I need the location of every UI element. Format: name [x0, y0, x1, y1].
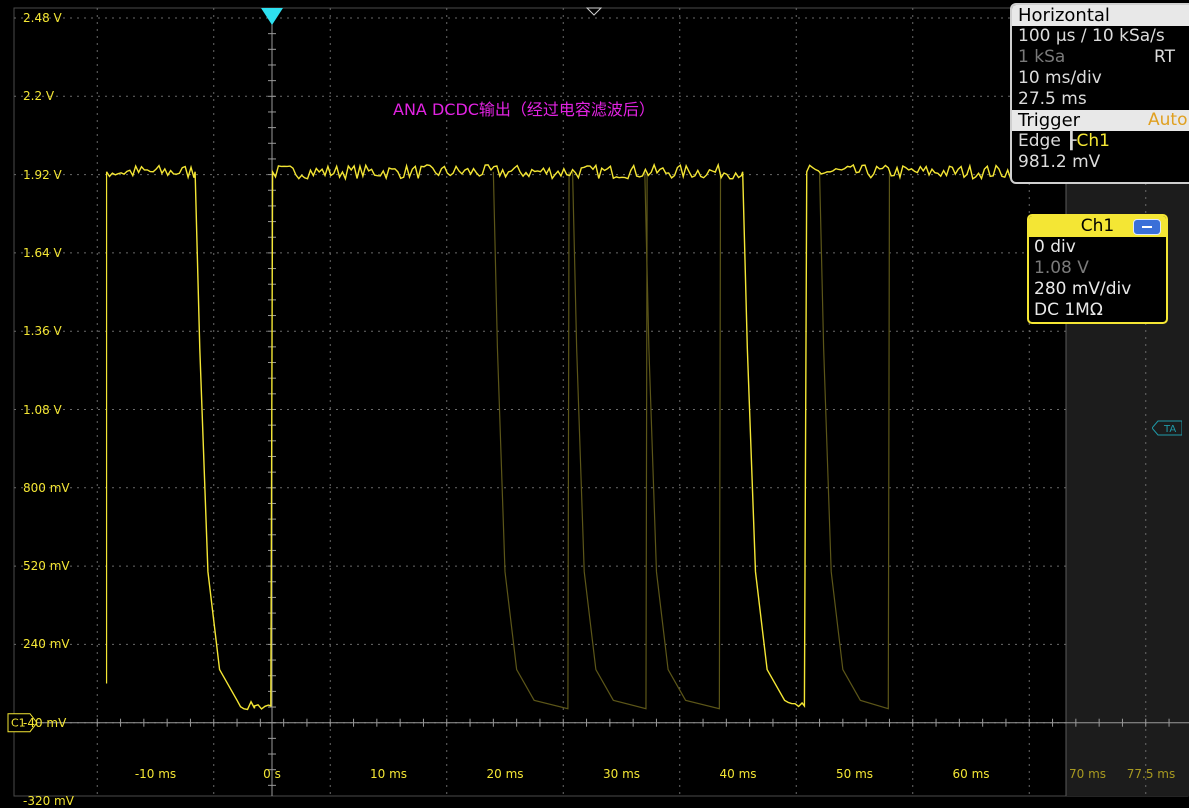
channel-1-offset: 1.08 V [1034, 258, 1089, 278]
x-tick-label: -10 ms [134, 767, 177, 781]
channel-1-scale: 280 mV/div [1034, 279, 1132, 299]
horizontal-panel-title[interactable]: Horizontal [1012, 5, 1189, 26]
horizontal-panel[interactable]: Horizontal 100 µs / 10 kSa/s 1 kSa RT 10 … [1010, 3, 1189, 184]
x-tick-label: 50 ms [835, 767, 874, 781]
x-tick-label: 70 ms [1068, 767, 1107, 781]
y-tick-label: 1.64 V [23, 245, 62, 260]
y-tick-label: 240 mV [23, 637, 70, 652]
channel-1-position: 0 div [1034, 237, 1076, 257]
y-tick-label: 2.2 V [23, 89, 55, 104]
persistence-trace [644, 171, 722, 710]
horizontal-record-length: 1 kSa RT [1018, 47, 1175, 67]
y-tick-label: -320 mV [23, 794, 74, 808]
y-tick-label: 520 mV [23, 559, 70, 574]
channel-1-coupling: DC 1MΩ [1034, 300, 1103, 320]
channel-1-title[interactable]: Ch1 [1029, 216, 1166, 237]
y-tick-label: 2.48 V [23, 11, 62, 25]
x-tick-label: 0 s [263, 767, 281, 781]
trigger-position-icon [261, 8, 283, 25]
x-tick-label: 77.5 ms [1126, 767, 1176, 781]
persistence-trace [818, 171, 891, 710]
x-tick-label: 20 ms [486, 767, 524, 781]
position-marker-icon [585, 7, 603, 16]
y-tick-label: 1.08 V [23, 402, 62, 417]
trigger-panel-title[interactable]: Trigger Auto [1012, 110, 1189, 131]
persistence-trace [492, 171, 570, 710]
rising-edge-icon: ┠ [1066, 131, 1077, 151]
oscilloscope-screen: C1 ANA DCDC输出（经过电容滤波后） Horizontal 100 µs… [0, 0, 1189, 808]
rt-label: RT [1154, 47, 1175, 67]
y-tick-label: 800 mV [23, 480, 70, 495]
y-tick-label: -40 mV [23, 715, 67, 730]
x-tick-label: 60 ms [952, 767, 990, 781]
horizontal-position: 27.5 ms [1018, 89, 1087, 109]
x-tick-label: 40 ms [719, 767, 757, 781]
channel-1-box[interactable]: Ch1 0 div 1.08 V 280 mV/div DC 1MΩ [1027, 214, 1168, 324]
collapse-button[interactable] [1133, 219, 1161, 235]
svg-text:TA: TA [1163, 424, 1176, 435]
y-tick-label: 1.92 V [23, 167, 62, 182]
trigger-source: Ch1 [1076, 131, 1110, 151]
trigger-level: 981.2 mV [1018, 152, 1101, 172]
waveform-annotation: ANA DCDC输出（经过电容滤波后） [393, 100, 655, 119]
persistence-trace [571, 171, 648, 710]
ch1-trace [105, 162, 1013, 711]
x-tick-label: 30 ms [602, 767, 641, 781]
y-tick-label: 1.36 V [23, 324, 62, 339]
horizontal-resolution: 100 µs / 10 kSa/s [1018, 26, 1165, 46]
horizontal-scale: 10 ms/div [1018, 68, 1102, 88]
trigger-mode[interactable]: Auto [1148, 110, 1187, 131]
trigger-type-row[interactable]: Edge ┠Ch1 [1012, 131, 1189, 152]
x-tick-label: 10 ms [369, 767, 408, 781]
ta-marker-icon: TA [1152, 420, 1182, 436]
